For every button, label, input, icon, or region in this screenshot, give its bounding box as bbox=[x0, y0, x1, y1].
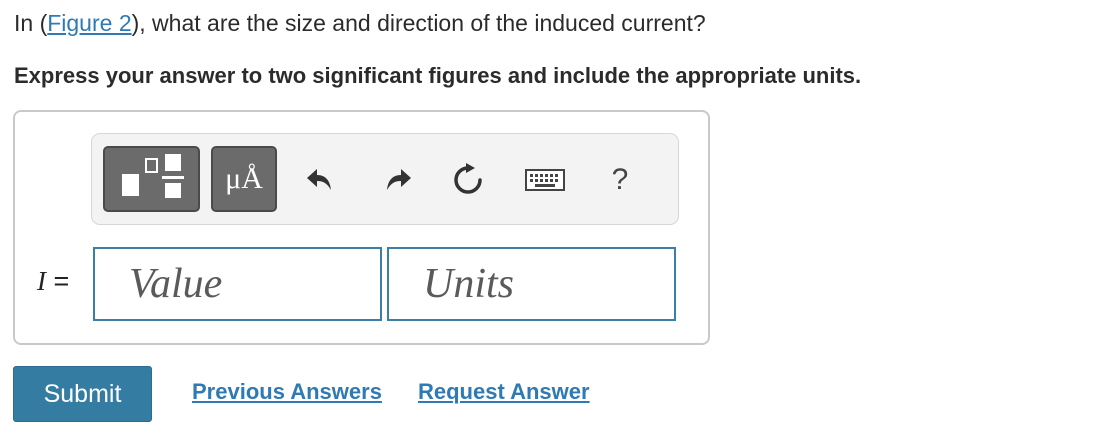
variable-label: I = bbox=[37, 266, 69, 297]
keyboard-icon bbox=[525, 169, 565, 191]
undo-button[interactable] bbox=[300, 160, 340, 200]
instruction-text: Express your answer to two significant f… bbox=[14, 63, 862, 88]
reset-icon bbox=[454, 163, 482, 194]
value-input[interactable] bbox=[93, 247, 382, 321]
variable-symbol: I bbox=[37, 266, 46, 296]
undo-icon bbox=[307, 169, 331, 190]
redo-button[interactable] bbox=[378, 160, 418, 200]
equals-sign: = bbox=[53, 266, 70, 296]
question-text: In (Figure 2), what are the size and dir… bbox=[14, 8, 706, 38]
figure-link[interactable]: Figure 2 bbox=[47, 10, 131, 36]
units-input[interactable] bbox=[387, 247, 676, 321]
help-button[interactable]: ? bbox=[602, 160, 638, 200]
request-answer-link[interactable]: Request Answer bbox=[418, 379, 590, 405]
keyboard-button[interactable] bbox=[523, 160, 567, 200]
reset-button[interactable] bbox=[448, 160, 488, 200]
redo-icon bbox=[387, 169, 411, 190]
templates-icon bbox=[122, 154, 184, 198]
submit-button[interactable]: Submit bbox=[13, 366, 152, 422]
question-prefix: In ( bbox=[14, 10, 48, 36]
previous-answers-link[interactable]: Previous Answers bbox=[192, 379, 382, 405]
units-button[interactable]: μÅ bbox=[211, 146, 277, 212]
question-suffix: ), what are the size and direction of th… bbox=[131, 10, 706, 36]
templates-button[interactable] bbox=[103, 146, 200, 212]
